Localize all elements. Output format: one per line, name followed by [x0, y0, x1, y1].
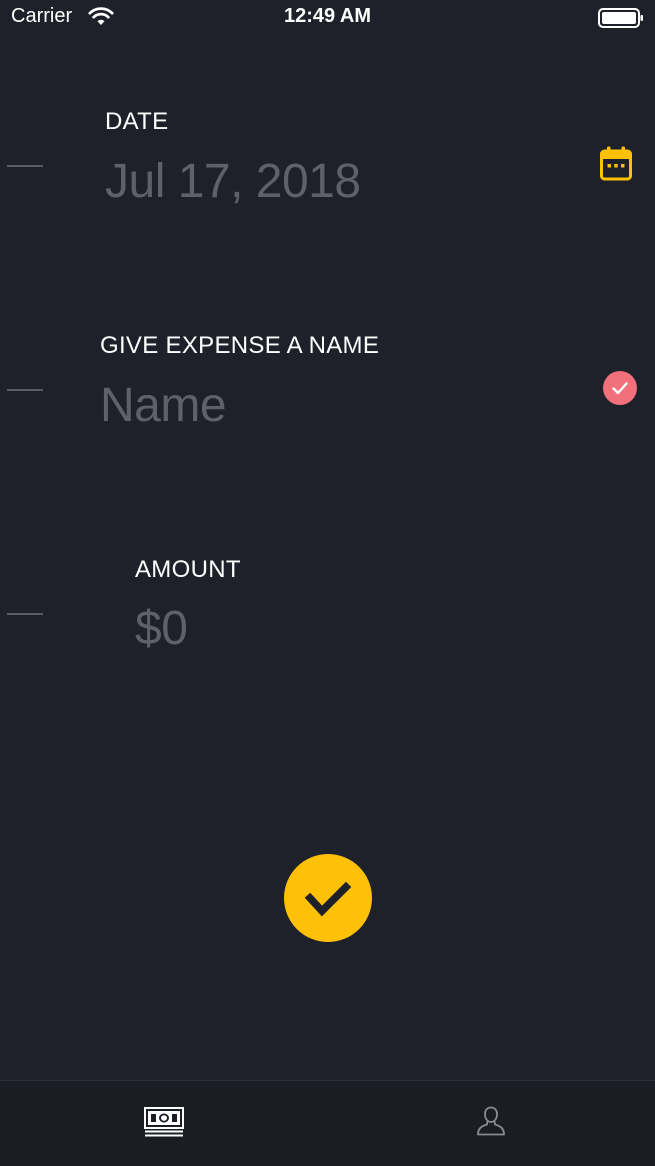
name-field-marker [7, 389, 43, 391]
amount-label: AMOUNT [135, 556, 241, 583]
date-value[interactable]: Jul 17, 2018 [105, 154, 361, 209]
calendar-icon[interactable] [599, 146, 633, 182]
person-icon [477, 1106, 505, 1136]
amount-input[interactable] [135, 600, 555, 656]
status-bar: Carrier 12:49 AM [0, 0, 655, 40]
amount-field-marker [7, 613, 43, 615]
checkmark-icon [304, 881, 352, 917]
checkmark-badge-icon [612, 382, 628, 395]
battery-icon [598, 8, 643, 28]
expense-name-input[interactable] [100, 377, 520, 433]
tab-expenses[interactable] [0, 1081, 327, 1166]
add-expense-screen: Carrier 12:49 AM DATE Jul 17, 2018 GIVE … [0, 0, 655, 1166]
date-field-marker [7, 165, 43, 167]
date-label: DATE [105, 108, 169, 135]
name-valid-badge [603, 371, 637, 405]
expense-name-label: GIVE EXPENSE A NAME [100, 332, 380, 359]
clock-label: 12:49 AM [283, 5, 372, 27]
tab-bar [0, 1080, 655, 1166]
money-icon [144, 1107, 184, 1137]
submit-expense-button[interactable] [284, 854, 372, 942]
tab-profile[interactable] [328, 1081, 655, 1166]
